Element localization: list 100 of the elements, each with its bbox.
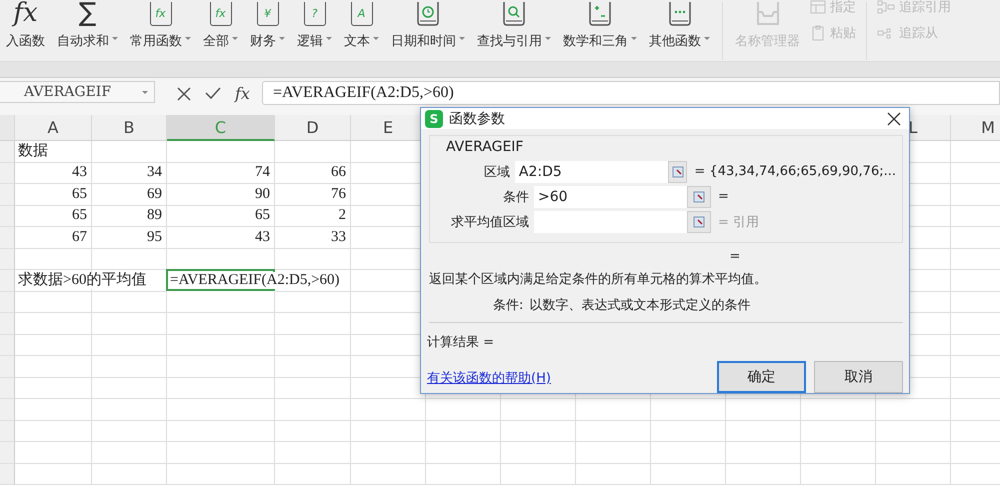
function-icon: ∑ <box>78 0 96 26</box>
insert-function-button[interactable]: fx <box>235 84 250 103</box>
argument-name: 条件: <box>493 297 524 314</box>
row-header[interactable] <box>0 184 15 206</box>
cell-text: 求数据>60的平均值 <box>18 272 146 290</box>
table-cell: 34 <box>92 162 167 184</box>
table-cell: 2 <box>275 206 351 227</box>
ribbon-button[interactable]: 查找与引用 <box>471 0 557 50</box>
range-select-icon <box>672 166 684 178</box>
app-logo: S <box>425 110 443 128</box>
search-book-icon <box>503 2 525 26</box>
ribbon-button[interactable]: fx 常用函数 <box>124 0 197 50</box>
close-icon[interactable] <box>887 112 901 126</box>
table-cell: 89 <box>92 206 167 227</box>
row-header[interactable] <box>0 270 15 292</box>
function-name: AVERAGEIF <box>445 139 524 156</box>
dialog-button[interactable]: 确定 <box>717 361 806 393</box>
function-description: 返回某个区域内满足给定条件的所有单元格的算术平均值。 <box>429 271 768 288</box>
caret-icon <box>112 36 118 40</box>
row-header[interactable] <box>0 399 15 420</box>
table-cell: 65 <box>167 206 275 227</box>
book-icon: A <box>350 2 372 26</box>
cell-text: 数据 <box>18 143 48 160</box>
clock-book-icon <box>417 2 439 26</box>
column-header[interactable]: B <box>92 115 167 141</box>
row-header[interactable] <box>0 464 15 485</box>
ribbon-button[interactable]: ¥ 财务 <box>244 0 291 50</box>
table-cell: 69 <box>92 184 167 206</box>
table-cell: 33 <box>275 227 351 248</box>
function-icon: fx <box>13 0 38 26</box>
formula-field[interactable]: =AVERAGEIF(A2:D5,>60) <box>262 81 1000 105</box>
column-header[interactable]: A <box>15 115 92 141</box>
ribbon-button[interactable]: ? 逻辑 <box>291 0 338 50</box>
table-cell: 67 <box>15 227 92 248</box>
caret-icon <box>631 36 637 40</box>
check-icon[interactable] <box>205 87 221 100</box>
trace-icon <box>877 0 895 14</box>
dialog-button[interactable]: 取消 <box>814 361 903 393</box>
dialog-title: 函数参数 <box>449 110 506 128</box>
argument-value: = 引用 <box>718 214 760 231</box>
argument-field[interactable]: A2:D5 <box>514 160 668 183</box>
row-header[interactable] <box>0 227 15 248</box>
argument-field[interactable] <box>534 210 687 233</box>
ribbon-button[interactable]: fx 全部 <box>197 0 244 50</box>
cancel-icon[interactable] <box>177 86 191 100</box>
argument-value: = {43,34,74,66;65,69,90,76;... <box>694 164 896 180</box>
caret-icon <box>232 36 238 40</box>
row-header[interactable] <box>0 162 15 184</box>
argument-label: 区域 <box>482 164 511 181</box>
ribbon-button[interactable]: 其他函数 <box>643 0 716 50</box>
name-box[interactable]: AVERAGEIF <box>0 81 155 103</box>
range-select-icon <box>693 190 705 203</box>
row-header[interactable] <box>0 313 15 334</box>
column-header[interactable]: D <box>275 115 351 141</box>
row-header[interactable] <box>0 356 15 378</box>
book-icon: ¥ <box>256 2 278 26</box>
table-cell: 65 <box>15 184 92 206</box>
row-header[interactable] <box>0 442 15 464</box>
table-icon <box>810 0 826 14</box>
row-header[interactable] <box>0 292 15 313</box>
row-header[interactable] <box>0 206 15 227</box>
range-picker-button[interactable] <box>687 186 711 208</box>
caret-icon <box>279 36 285 40</box>
caret-icon <box>459 36 465 40</box>
table-cell: 65 <box>15 206 92 227</box>
table-cell: 74 <box>167 162 275 184</box>
ribbon-button[interactable]: 日期和时间 <box>385 0 471 50</box>
help-link[interactable]: 有关该函数的帮助(H) <box>427 371 551 386</box>
caret-icon <box>326 36 332 40</box>
ribbon-button[interactable]: A 文本 <box>338 0 385 50</box>
argument-label: 条件 <box>502 188 530 206</box>
tray-icon <box>754 2 780 26</box>
dots-book-icon <box>668 2 690 26</box>
book-icon: fx <box>150 2 172 26</box>
ribbon-button[interactable]: fx 入函数 <box>0 0 51 50</box>
table-cell: 90 <box>167 184 275 206</box>
book-icon: ? <box>304 2 326 26</box>
caret-icon <box>373 36 379 40</box>
column-header[interactable]: M <box>951 115 1000 141</box>
row-header[interactable] <box>0 141 15 162</box>
ribbon-button[interactable]: 数学和三角 <box>557 0 643 50</box>
ribbon-button[interactable]: ∑ 自动求和 <box>51 0 124 50</box>
argument-help: 以数字、表达式或文本形式定义的条件 <box>529 297 750 314</box>
range-picker-button[interactable] <box>668 160 688 183</box>
row-header[interactable] <box>0 378 15 399</box>
argument-field[interactable]: >60 <box>534 186 687 208</box>
calculation-result: 计算结果 = <box>427 334 496 351</box>
row-header[interactable] <box>0 248 15 270</box>
cell-text: =AVERAGEIF(A2:D5,>60) <box>170 272 340 290</box>
table-cell: 43 <box>167 227 275 248</box>
caret-icon <box>545 36 551 40</box>
select-all-button[interactable] <box>0 115 15 141</box>
table-cell: 43 <box>15 162 92 184</box>
row-header[interactable] <box>0 420 15 442</box>
book-icon: fx <box>210 2 232 26</box>
table-cell: 76 <box>275 184 351 206</box>
row-header[interactable] <box>0 334 15 356</box>
table-cell: 66 <box>275 162 351 184</box>
clipboard-icon <box>810 25 826 41</box>
range-picker-button[interactable] <box>687 210 711 233</box>
